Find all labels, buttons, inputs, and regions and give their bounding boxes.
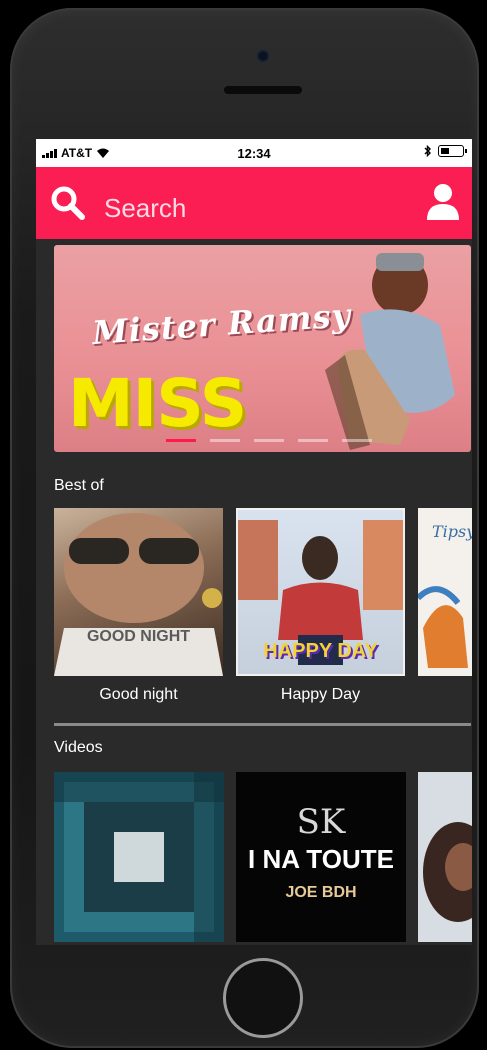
album-title: Good night — [99, 686, 178, 703]
battery-fill — [441, 148, 450, 154]
pagination-dot[interactable] — [254, 439, 284, 442]
video-thumbnail — [54, 772, 224, 942]
earpiece-speaker — [224, 86, 302, 94]
album-art-happy-day: HAPPY DAY — [236, 508, 405, 676]
status-bar: AT&T 12:34 — [36, 139, 472, 167]
bluetooth-icon — [424, 145, 431, 157]
pagination-dot[interactable] — [166, 439, 196, 442]
app-header: Search — [36, 167, 472, 239]
video-card-3[interactable] — [418, 772, 472, 942]
banner-pagination[interactable] — [166, 439, 372, 442]
video-title-line2: I NA TOUTE — [248, 844, 394, 874]
album-art-text: HAPPY DAY — [263, 640, 378, 662]
album-art-partial: Tipsy — [418, 508, 472, 676]
video-card-2[interactable]: SK I NA TOUTE JOE BDH — [236, 772, 406, 942]
album-art-image — [54, 513, 223, 676]
video-thumbnail — [418, 772, 472, 942]
status-time: 12:34 — [237, 146, 271, 161]
album-title: Happy Day — [280, 686, 361, 703]
section-divider — [54, 723, 471, 726]
album-art-text: GOOD NIGHT — [86, 628, 191, 645]
search-icon[interactable] — [50, 185, 86, 221]
pagination-dot[interactable] — [342, 439, 372, 442]
pagination-dot[interactable] — [298, 439, 328, 442]
front-camera — [257, 50, 269, 62]
home-button[interactable] — [223, 958, 303, 1038]
section-title-videos: Videos — [54, 739, 103, 756]
featured-banner[interactable]: Mister Ramsy MISS BUMBUM — [54, 245, 471, 452]
battery-icon — [438, 145, 467, 157]
album-card-good-night[interactable]: GOOD NIGHT Good night — [54, 508, 223, 704]
album-card-happy-day[interactable]: HAPPY DAY Happy Day — [236, 508, 405, 704]
album-card-partial[interactable]: Tipsy — [418, 508, 472, 676]
search-input[interactable]: Search — [104, 193, 186, 224]
album-art-good-night: GOOD NIGHT — [54, 508, 223, 676]
video-title-line1: SK — [296, 802, 346, 842]
pagination-dot[interactable] — [210, 439, 240, 442]
user-icon[interactable] — [426, 183, 460, 221]
phone-frame: AT&T 12:34 Search Mister Ramsy MISS Best… — [10, 8, 479, 1048]
video-card-1[interactable] — [54, 772, 224, 942]
album-art-text: Tipsy — [432, 522, 472, 541]
section-title-best-of: Best of — [54, 477, 104, 494]
app-screen: AT&T 12:34 Search Mister Ramsy MISS Best… — [36, 139, 472, 945]
video-title-line3: JOE BDH — [285, 884, 357, 901]
